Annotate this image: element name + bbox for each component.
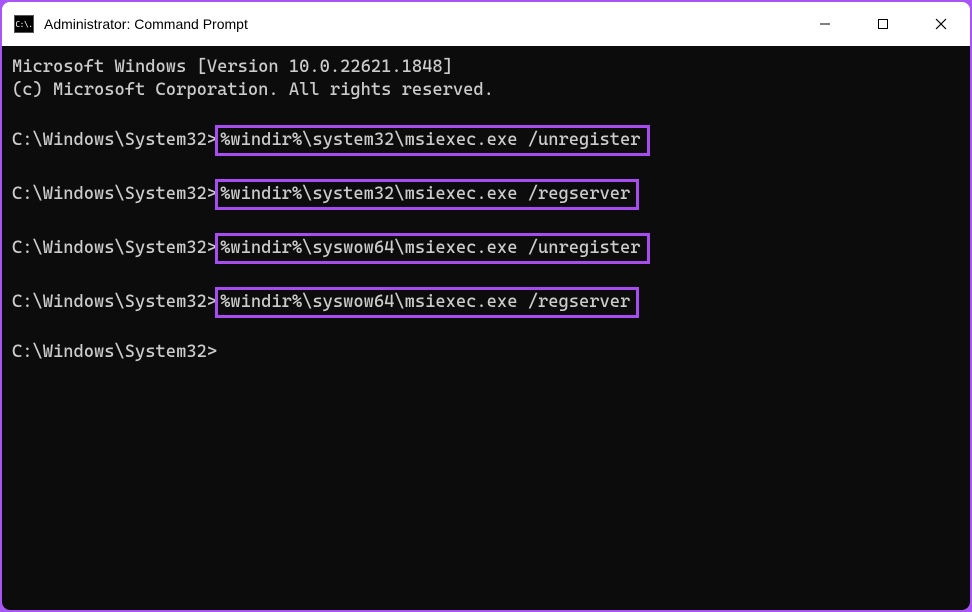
window-title: Administrator: Command Prompt (44, 16, 248, 32)
close-button[interactable] (912, 2, 970, 46)
maximize-icon (877, 18, 889, 30)
window-controls (796, 2, 970, 46)
copyright-line: (c) Microsoft Corporation. All rights re… (12, 79, 970, 102)
command-row: C:\Windows\System32>%windir%\system32\ms… (12, 179, 970, 210)
version-line: Microsoft Windows [Version 10.0.22621.18… (12, 56, 970, 79)
prompt: C:\Windows\System32> (12, 291, 217, 314)
command-highlighted: %windir%\syswow64\msiexec.exe /regserver (215, 287, 639, 318)
titlebar[interactable]: C:\. Administrator: Command Prompt (2, 2, 970, 46)
minimize-button[interactable] (796, 2, 854, 46)
maximize-button[interactable] (854, 2, 912, 46)
prompt: C:\Windows\System32> (12, 129, 217, 152)
command-highlighted: %windir%\system32\msiexec.exe /regserver (215, 179, 639, 210)
terminal-area[interactable]: Microsoft Windows [Version 10.0.22621.18… (2, 46, 970, 610)
command-row: C:\Windows\System32>%windir%\system32\ms… (12, 125, 970, 156)
command-highlighted: %windir%\system32\msiexec.exe /unregiste… (215, 125, 649, 156)
prompt: C:\Windows\System32> (12, 183, 217, 206)
command-prompt-window: C:\. Administrator: Command Prompt Micro… (2, 2, 970, 610)
cmd-icon: C:\. (14, 15, 34, 33)
command-row: C:\Windows\System32>%windir%\syswow64\ms… (12, 233, 970, 264)
minimize-icon (819, 18, 831, 30)
final-prompt: C:\Windows\System32> (12, 341, 970, 364)
close-icon (935, 18, 947, 30)
command-highlighted: %windir%\syswow64\msiexec.exe /unregiste… (215, 233, 649, 264)
command-row: C:\Windows\System32>%windir%\syswow64\ms… (12, 287, 970, 318)
prompt: C:\Windows\System32> (12, 237, 217, 260)
